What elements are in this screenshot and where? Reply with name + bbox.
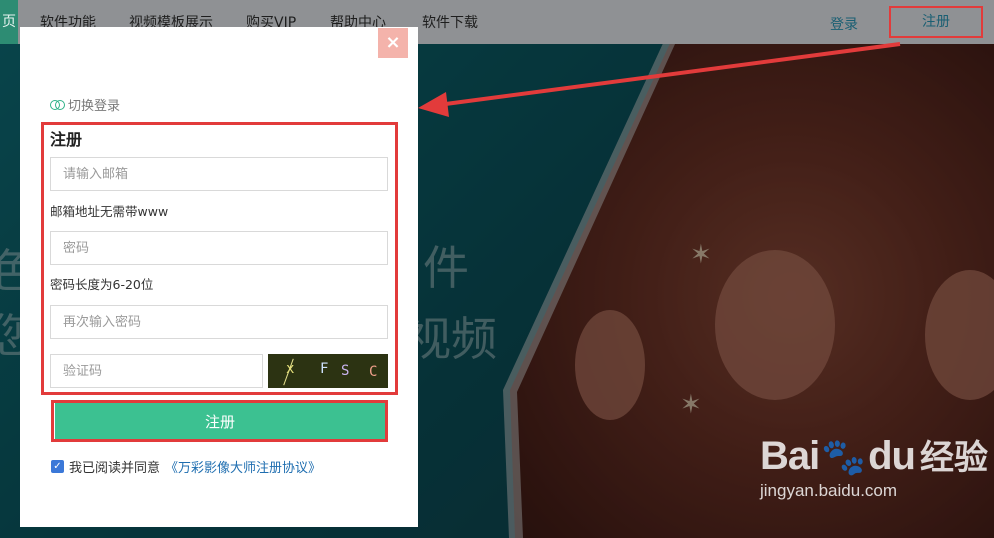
close-button[interactable]: × (378, 28, 408, 58)
email-input[interactable] (50, 157, 388, 191)
agree-checkbox[interactable]: ✓ (51, 460, 64, 473)
captcha-image[interactable]: x F S C (268, 354, 388, 388)
captcha-char: C (369, 364, 378, 380)
captcha-char: x (286, 361, 295, 377)
paw-icon: 🐾 (821, 437, 867, 478)
switch-login-label: 切换登录 (68, 99, 121, 114)
agree-text: 我已阅读并同意 (69, 461, 161, 476)
captcha-input[interactable] (50, 354, 263, 388)
email-hint: 邮箱地址无需带www (50, 204, 169, 219)
watermark-logo-right: du (868, 434, 916, 478)
agreement-link[interactable]: 《万彩影像大师注册协议》 (165, 457, 321, 476)
switch-icon (50, 100, 65, 110)
nav-home[interactable]: 页 (0, 0, 18, 44)
confirm-password-input[interactable] (50, 305, 388, 339)
nav-item-download[interactable]: 软件下载 (422, 12, 478, 32)
baidu-watermark: Bai🐾du 经验 jingyan.baidu.com (760, 430, 988, 501)
login-link[interactable]: 登录 (830, 14, 858, 34)
password-hint: 密码长度为6-20位 (50, 277, 154, 292)
register-dialog: × 切换登录 注册 邮箱地址无需带www 密码长度为6-20位 x F S C … (20, 27, 418, 527)
agreement-row: ✓ 我已阅读并同意 《万彩影像大师注册协议》 (51, 457, 321, 476)
captcha-char: S (341, 363, 350, 379)
watermark-logo-left: Bai (760, 434, 820, 478)
captcha-char: F (320, 361, 329, 377)
watermark-brand: 经验 (920, 438, 989, 478)
form-title: 注册 (50, 130, 83, 149)
password-input[interactable] (50, 231, 388, 265)
watermark-url: jingyan.baidu.com (760, 481, 898, 500)
register-submit-button[interactable]: 注册 (55, 403, 385, 439)
register-link[interactable]: 注册 (889, 6, 983, 38)
switch-login-link[interactable]: 切换登录 (50, 95, 120, 114)
